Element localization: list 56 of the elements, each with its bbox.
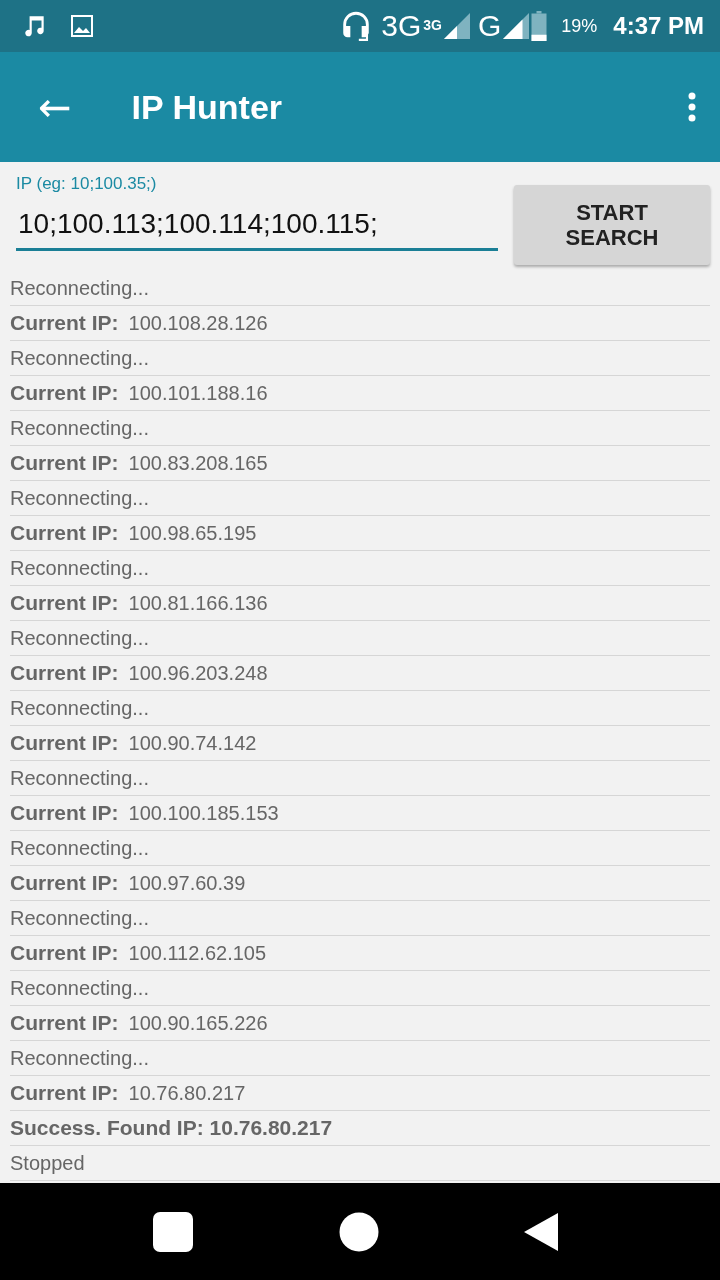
log-label: Current IP: [10,311,119,335]
log-label: Current IP: [10,451,119,475]
log-label: Current IP: [10,871,119,895]
back-button[interactable]: ← [38,84,72,130]
log-label: Current IP: [10,731,119,755]
back-nav-button[interactable] [523,1212,558,1251]
ip-input-field[interactable]: 10;100.113;100.114;100.115; [16,194,498,251]
signal-icon [503,13,530,39]
ip-address: 100.97.60.39 [128,871,246,895]
log-label: Current IP: [10,1011,119,1035]
network-type: 3G [381,9,422,43]
more-options-icon[interactable] [688,92,696,122]
start-search-button[interactable]: START SEARCH [514,185,710,265]
log-text: Reconnecting... [10,1046,149,1070]
ip-address: 100.108.28.126 [128,311,268,335]
log-label: Current IP: [10,661,119,685]
ip-address: 100.98.65.195 [128,521,257,545]
network-superscript: 3G [423,17,442,33]
image-icon [70,14,94,38]
network-type: G [477,9,502,43]
log-text: Reconnecting... [10,766,149,790]
app-title: IP Hunter [131,87,284,127]
log-text: Reconnecting... [10,556,149,580]
log-label: Current IP: [10,381,119,405]
log-text: Reconnecting... [10,836,149,860]
log-label: Current IP: [10,1081,119,1105]
ip-address: 100.96.203.248 [128,661,268,685]
ip-address: 100.81.166.136 [128,591,268,615]
clock: 4:37 PM [613,12,704,40]
recents-button[interactable] [152,1210,195,1253]
ip-address: 100.112.62.105 [128,941,267,965]
log-label: Current IP: [10,591,119,615]
home-button[interactable] [339,1211,379,1252]
battery-percent: 19% [561,15,598,37]
log-label: Current IP: [10,801,119,825]
log-text: Reconnecting... [10,906,149,930]
field-label: IP (eg: 10;100.35;) [16,174,158,194]
success-message: Success. Found IP: 10.76.80.217 [10,1116,333,1140]
battery-icon [531,11,548,41]
ip-address: 100.100.185.153 [128,801,279,825]
ip-address: 100.90.165.226 [128,1011,268,1035]
log-text: Stopped [10,1151,85,1175]
ip-address: 10.76.80.217 [128,1081,246,1105]
signal-icon [443,13,470,39]
log-text: Reconnecting... [10,346,149,370]
log-text: Reconnecting... [10,276,149,300]
log-label: Current IP: [10,521,119,545]
ip-address: 100.90.74.142 [128,731,257,755]
log-text: Reconnecting... [10,486,149,510]
ip-address: 100.83.208.165 [128,451,268,475]
log-text: Reconnecting... [10,416,149,440]
log-label: Current IP: [10,941,119,965]
log-text: Reconnecting... [10,976,149,1000]
log-text: Reconnecting... [10,626,149,650]
ip-address: 100.101.188.16 [128,381,268,405]
log-text: Reconnecting... [10,696,149,720]
